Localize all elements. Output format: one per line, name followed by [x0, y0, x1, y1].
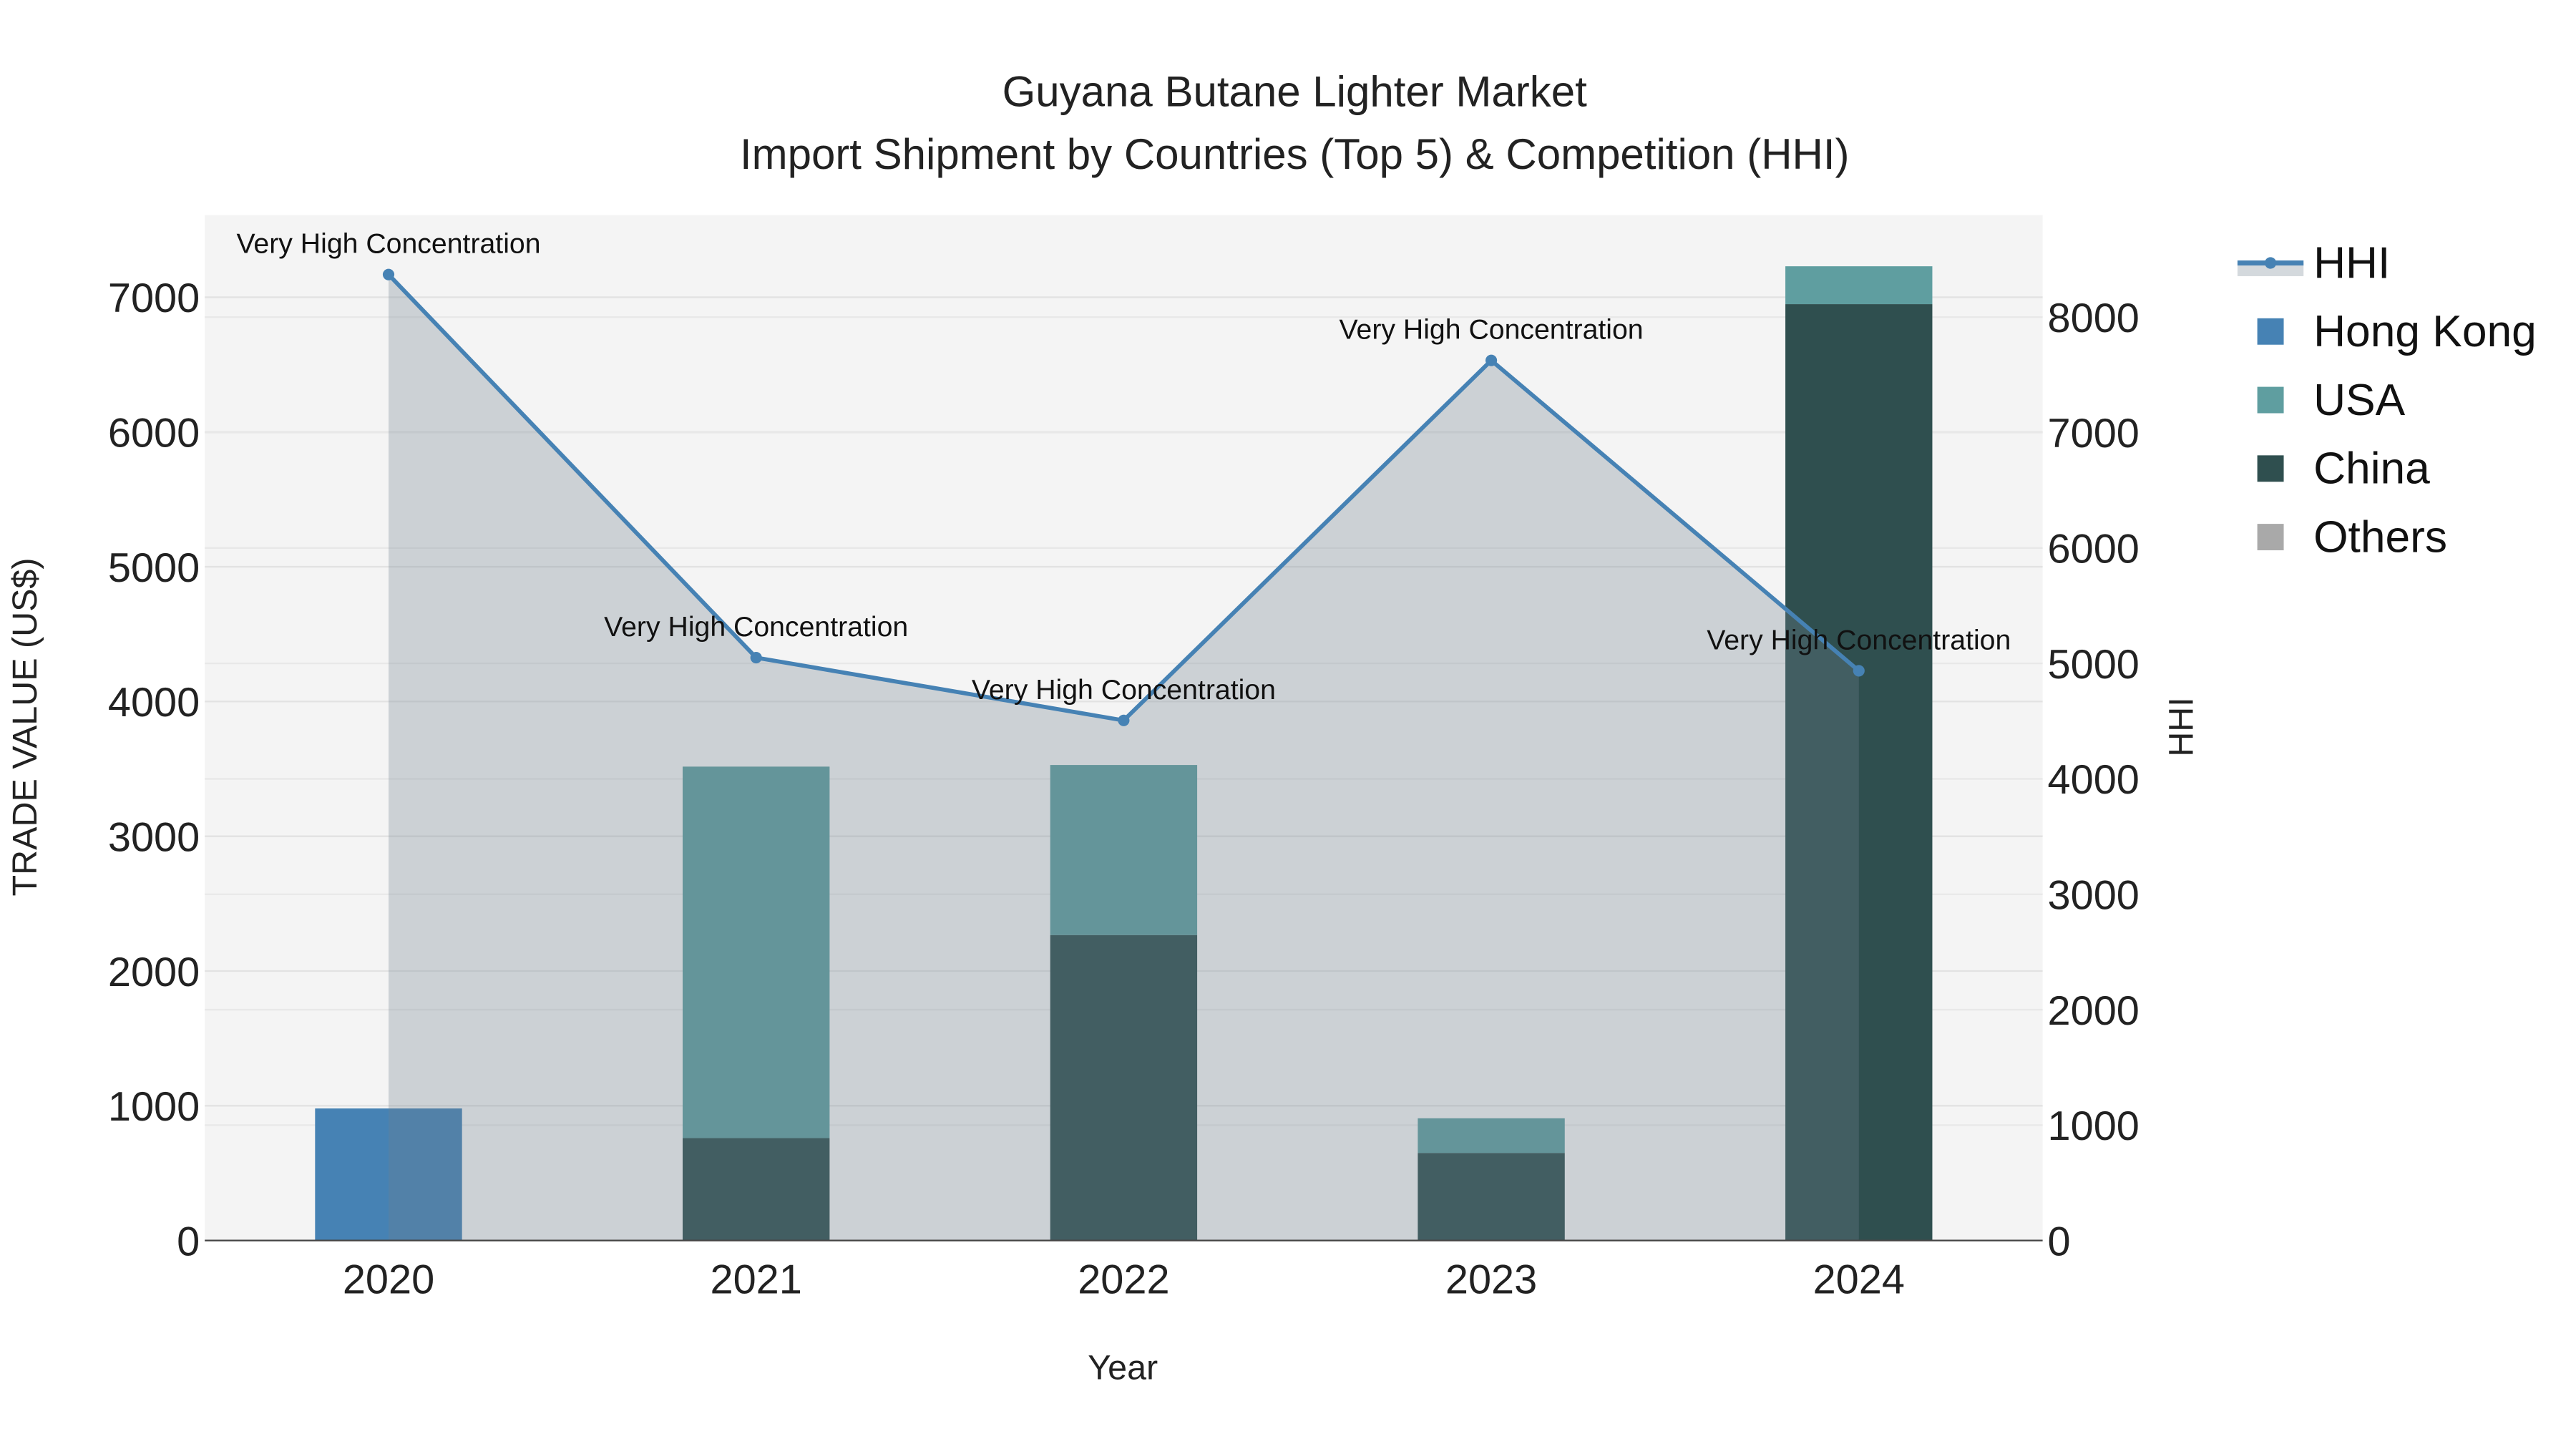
hhi-point-2022: [1118, 714, 1130, 726]
legend-hhi-marker: [2265, 257, 2277, 269]
legend-swatch-others: [2257, 524, 2284, 551]
legend-label: USA: [2313, 376, 2406, 425]
y2-tick-label: 5000: [2048, 642, 2140, 688]
x-tick-label: 2023: [1445, 1257, 1537, 1303]
y2-tick-label: 6000: [2048, 527, 2140, 572]
chart-title: Guyana Butane Lighter Market: [1002, 67, 1587, 115]
y2-tick-label: 0: [2048, 1219, 2071, 1264]
x-axis-label: Year: [1088, 1349, 1158, 1387]
y-tick-label: 1000: [108, 1084, 200, 1130]
legend-label: HHI: [2313, 238, 2390, 288]
legend-swatch-china: [2257, 455, 2284, 482]
hhi-point-2023: [1485, 354, 1498, 366]
y2-tick-label: 4000: [2048, 757, 2140, 803]
y-axis-label: TRADE VALUE (US$): [6, 557, 44, 896]
y2-tick-label: 3000: [2048, 872, 2140, 918]
legend-label: China: [2313, 444, 2430, 494]
hhi-annotation: Very High Concentration: [972, 674, 1276, 706]
legend-label: Hong Kong: [2313, 307, 2537, 356]
legend-label: Others: [2313, 512, 2447, 562]
legend: HHI Hong Kong USA China Others: [2237, 238, 2537, 562]
y-tick-label: 7000: [108, 275, 200, 321]
y-tick-label: 4000: [108, 680, 200, 726]
hhi-point-2021: [750, 651, 762, 664]
hhi-annotation: Very High Concentration: [236, 228, 540, 260]
y-tick-label: 6000: [108, 411, 200, 457]
hhi-point-2024: [1853, 665, 1865, 677]
y-tick-label: 5000: [108, 545, 200, 591]
hhi-annotation: Very High Concentration: [1707, 624, 2011, 655]
y2-axis-label: HHI: [2162, 697, 2201, 756]
y-tick-label: 0: [177, 1219, 200, 1264]
y2-tick-label: 7000: [2048, 411, 2140, 457]
chart-subtitle: Import Shipment by Countries (Top 5) & C…: [740, 130, 1850, 178]
x-tick-label: 2020: [343, 1257, 434, 1303]
chart: Guyana Butane Lighter Market Import Ship…: [6, 67, 2537, 1387]
y-tick-label: 3000: [108, 814, 200, 860]
hhi-point-2020: [382, 268, 395, 280]
x-tick-label: 2022: [1078, 1257, 1169, 1303]
y2-tick-label: 8000: [2048, 296, 2140, 341]
y2-tick-label: 2000: [2048, 988, 2140, 1034]
x-tick-label: 2021: [711, 1257, 802, 1303]
y-tick-label: 2000: [108, 950, 200, 995]
hhi-annotation: Very High Concentration: [1340, 314, 1644, 346]
y2-tick-label: 1000: [2048, 1103, 2140, 1149]
x-tick-label: 2024: [1813, 1257, 1905, 1303]
hhi-annotation: Very High Concentration: [604, 611, 908, 643]
legend-swatch-hong-kong: [2257, 318, 2284, 345]
legend-swatch-usa: [2257, 386, 2284, 414]
bar-usa-2024: [1785, 266, 1933, 305]
